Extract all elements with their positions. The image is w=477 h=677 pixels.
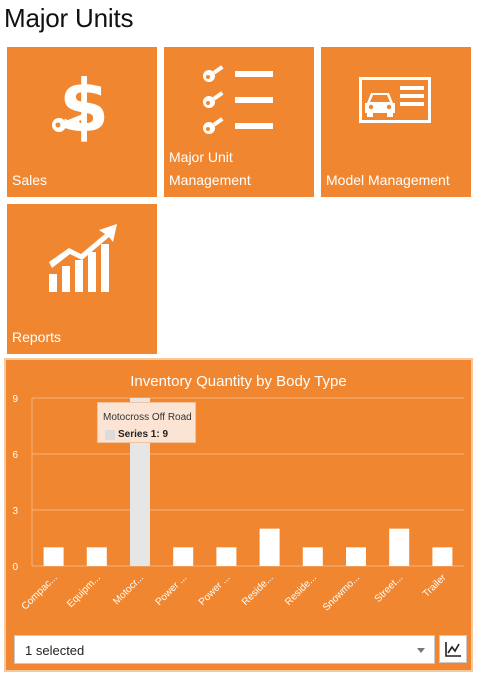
y-tick-label: 3 (12, 506, 18, 517)
sales-tile[interactable]: $ Sales (7, 47, 157, 197)
chart-type-button[interactable] (439, 635, 467, 663)
svg-text:$: $ (59, 65, 109, 145)
series-select-value: 1 selected (25, 643, 85, 658)
page-title: Major Units (4, 3, 134, 33)
tooltip-category: Motocross Off Road (103, 412, 192, 423)
x-tick-label: Power ... (154, 572, 190, 608)
x-tick-label: Street... (373, 572, 406, 605)
growth-chart-icon (49, 224, 117, 292)
x-tick-label: Trailer (421, 572, 449, 600)
model-management-tile-label: Model Management (326, 172, 450, 188)
chart-tooltip: Motocross Off Road Series 1: 9 (97, 402, 196, 443)
y-tick-label: 6 (12, 450, 18, 461)
chart-bar (259, 528, 280, 566)
x-tick-label: Reside... (240, 572, 276, 608)
x-tick-label: Reside... (283, 572, 319, 608)
series-select-dropdown[interactable]: 1 selected (14, 635, 435, 664)
tooltip-series-value: Series 1: 9 (118, 429, 169, 440)
reports-tile-label: Reports (12, 329, 62, 345)
x-tick-label: Compac... (20, 572, 60, 612)
major-unit-management-tile-label: Major Unit Management (169, 149, 251, 188)
line-chart-icon (445, 642, 461, 657)
x-tick-label: Snowmo... (321, 572, 362, 613)
tooltip-series-swatch (105, 430, 115, 440)
x-tick-label: Power ... (197, 572, 233, 608)
chart-bar (173, 547, 194, 566)
chart-bar (389, 528, 410, 566)
sales-tile-label: Sales (12, 172, 48, 188)
inventory-chart-panel: Inventory Quantity by Body Type 0 3 6 9 Comp… (4, 358, 473, 672)
y-tick-label: 0 (12, 562, 18, 573)
dollar-key-icon: $ (52, 65, 109, 145)
chevron-down-icon (417, 648, 425, 653)
x-tick-label: Motocr... (111, 572, 146, 607)
chart-bar (43, 547, 64, 566)
y-tick-label: 9 (12, 394, 18, 405)
bar-chart: 0369Compac... Equipm... Motocr... Power ...… (12, 394, 464, 614)
car-card-icon (359, 77, 431, 123)
chart-bar (86, 547, 107, 566)
chart-bar (432, 547, 453, 566)
major-unit-management-tile[interactable]: Major Unit Management (164, 47, 314, 197)
chart-bar (302, 547, 323, 566)
chart-bar (216, 547, 237, 566)
reports-tile[interactable]: Reports (7, 204, 157, 354)
x-tick-label: Equipm... (65, 572, 103, 610)
model-management-tile[interactable]: Model Management (321, 47, 471, 197)
key-list-icon (203, 65, 273, 134)
chart-bar (346, 547, 366, 566)
